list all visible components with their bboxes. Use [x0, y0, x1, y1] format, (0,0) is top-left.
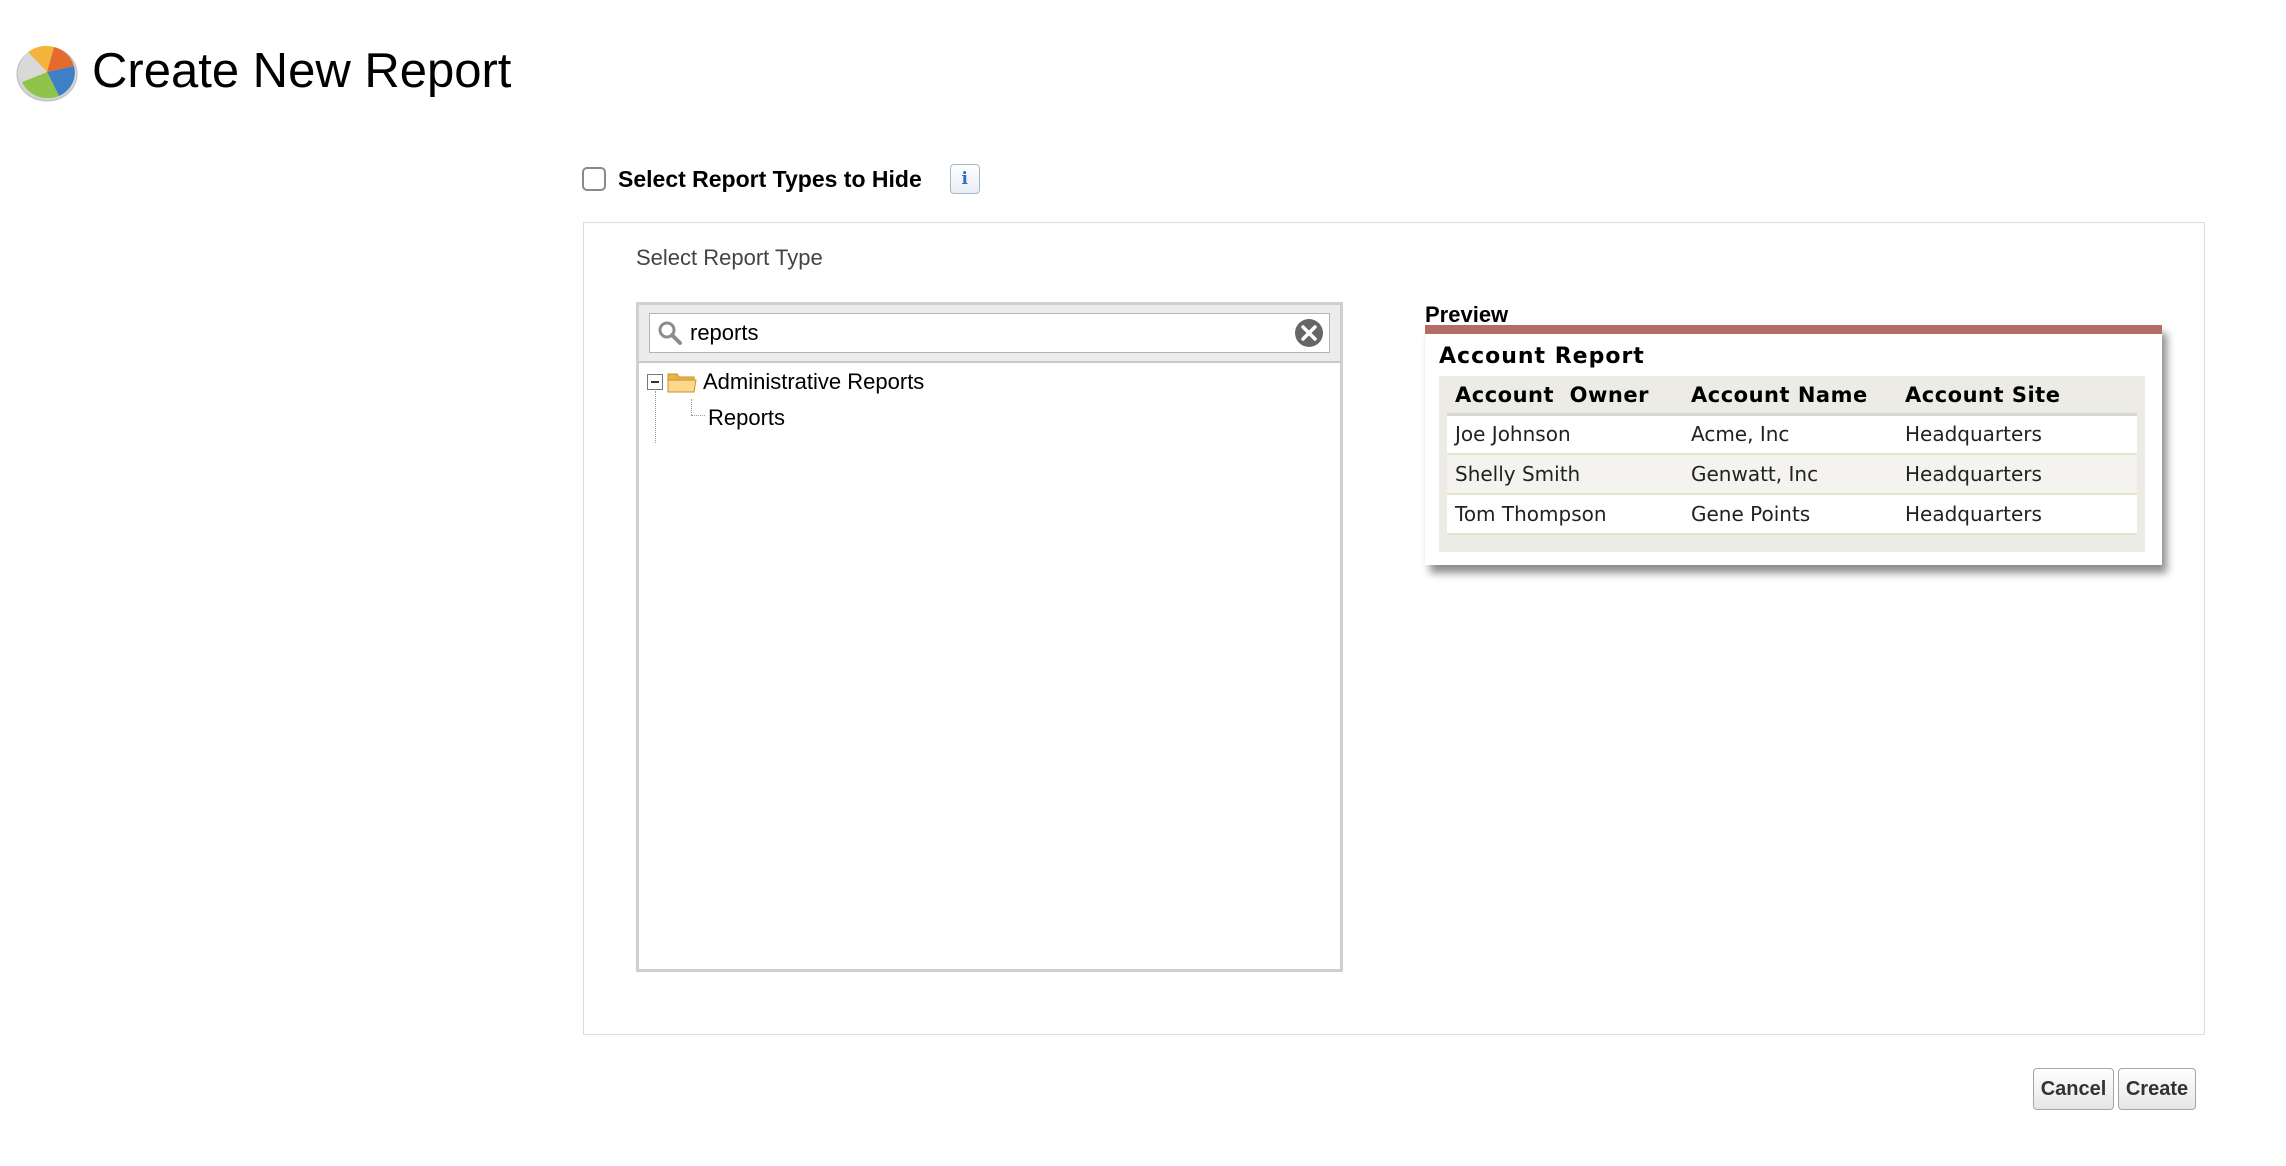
- info-icon[interactable]: i: [949, 164, 980, 194]
- tree-connector: [691, 399, 692, 415]
- tree-item-label[interactable]: Reports: [708, 405, 785, 431]
- folder-open-icon: [667, 373, 697, 393]
- table-cell: Acme, Inc: [1683, 414, 1897, 455]
- column-header: Account Owner: [1447, 378, 1683, 416]
- table-cell: Headquarters: [1897, 494, 2137, 535]
- tree-item-reports[interactable]: Reports: [708, 405, 785, 431]
- table-cell: Headquarters: [1897, 454, 2137, 495]
- table-cell: Joe Johnson: [1447, 414, 1683, 455]
- preview-card: Account Report Account Owner Account Nam…: [1425, 325, 2162, 565]
- table-cell: Genwatt, Inc: [1683, 454, 1897, 495]
- table-cell: Tom Thompson: [1447, 494, 1683, 535]
- page-title: Create New Report: [92, 44, 512, 98]
- search-box: [649, 313, 1330, 353]
- table-row: Tom Thompson Gene Points Headquarters: [1447, 494, 2137, 535]
- cancel-button[interactable]: Cancel: [2033, 1068, 2114, 1110]
- preview-table-wrap: Account Owner Account Name Account Site …: [1439, 376, 2145, 552]
- report-type-tree-box: Administrative Reports Reports: [636, 302, 1343, 972]
- page-header: Create New Report: [14, 38, 511, 104]
- search-icon: [650, 313, 690, 353]
- table-row: Shelly Smith Genwatt, Inc Headquarters: [1447, 454, 2137, 495]
- preview-title: Account Report: [1439, 344, 1645, 369]
- table-row: Joe Johnson Acme, Inc Headquarters: [1447, 414, 2137, 455]
- preview-header-row: Account Owner Account Name Account Site: [1447, 378, 2137, 416]
- clear-icon[interactable]: [1293, 317, 1325, 349]
- hide-report-types-row: Select Report Types to Hide i: [582, 164, 980, 194]
- table-cell: Gene Points: [1683, 494, 1897, 535]
- table-cell: Shelly Smith: [1447, 454, 1683, 495]
- hide-report-types-checkbox[interactable]: [582, 167, 606, 191]
- tree-folder-label[interactable]: Administrative Reports: [703, 369, 924, 395]
- pie-chart-icon: [16, 45, 78, 102]
- column-header: Account Site: [1897, 378, 2137, 416]
- tree-connector: [691, 415, 705, 416]
- hide-report-types-label[interactable]: Select Report Types to Hide: [618, 166, 922, 193]
- column-header: Account Name: [1683, 378, 1897, 416]
- section-label: Select Report Type: [636, 245, 823, 270]
- table-cell: Headquarters: [1897, 414, 2137, 455]
- preview-table: Account Owner Account Name Account Site …: [1447, 378, 2137, 535]
- action-buttons: Cancel Create: [2033, 1068, 2196, 1110]
- search-input[interactable]: [690, 315, 1293, 351]
- create-button[interactable]: Create: [2118, 1068, 2196, 1110]
- report-type-panel: Select Report Type reports Administrativ…: [583, 222, 2205, 1035]
- tree-folder-administrative-reports[interactable]: Administrative Reports: [647, 369, 924, 395]
- collapse-icon[interactable]: [647, 374, 663, 390]
- tree-connector: [655, 391, 656, 443]
- report-type-tree: Administrative Reports Reports: [639, 361, 1340, 969]
